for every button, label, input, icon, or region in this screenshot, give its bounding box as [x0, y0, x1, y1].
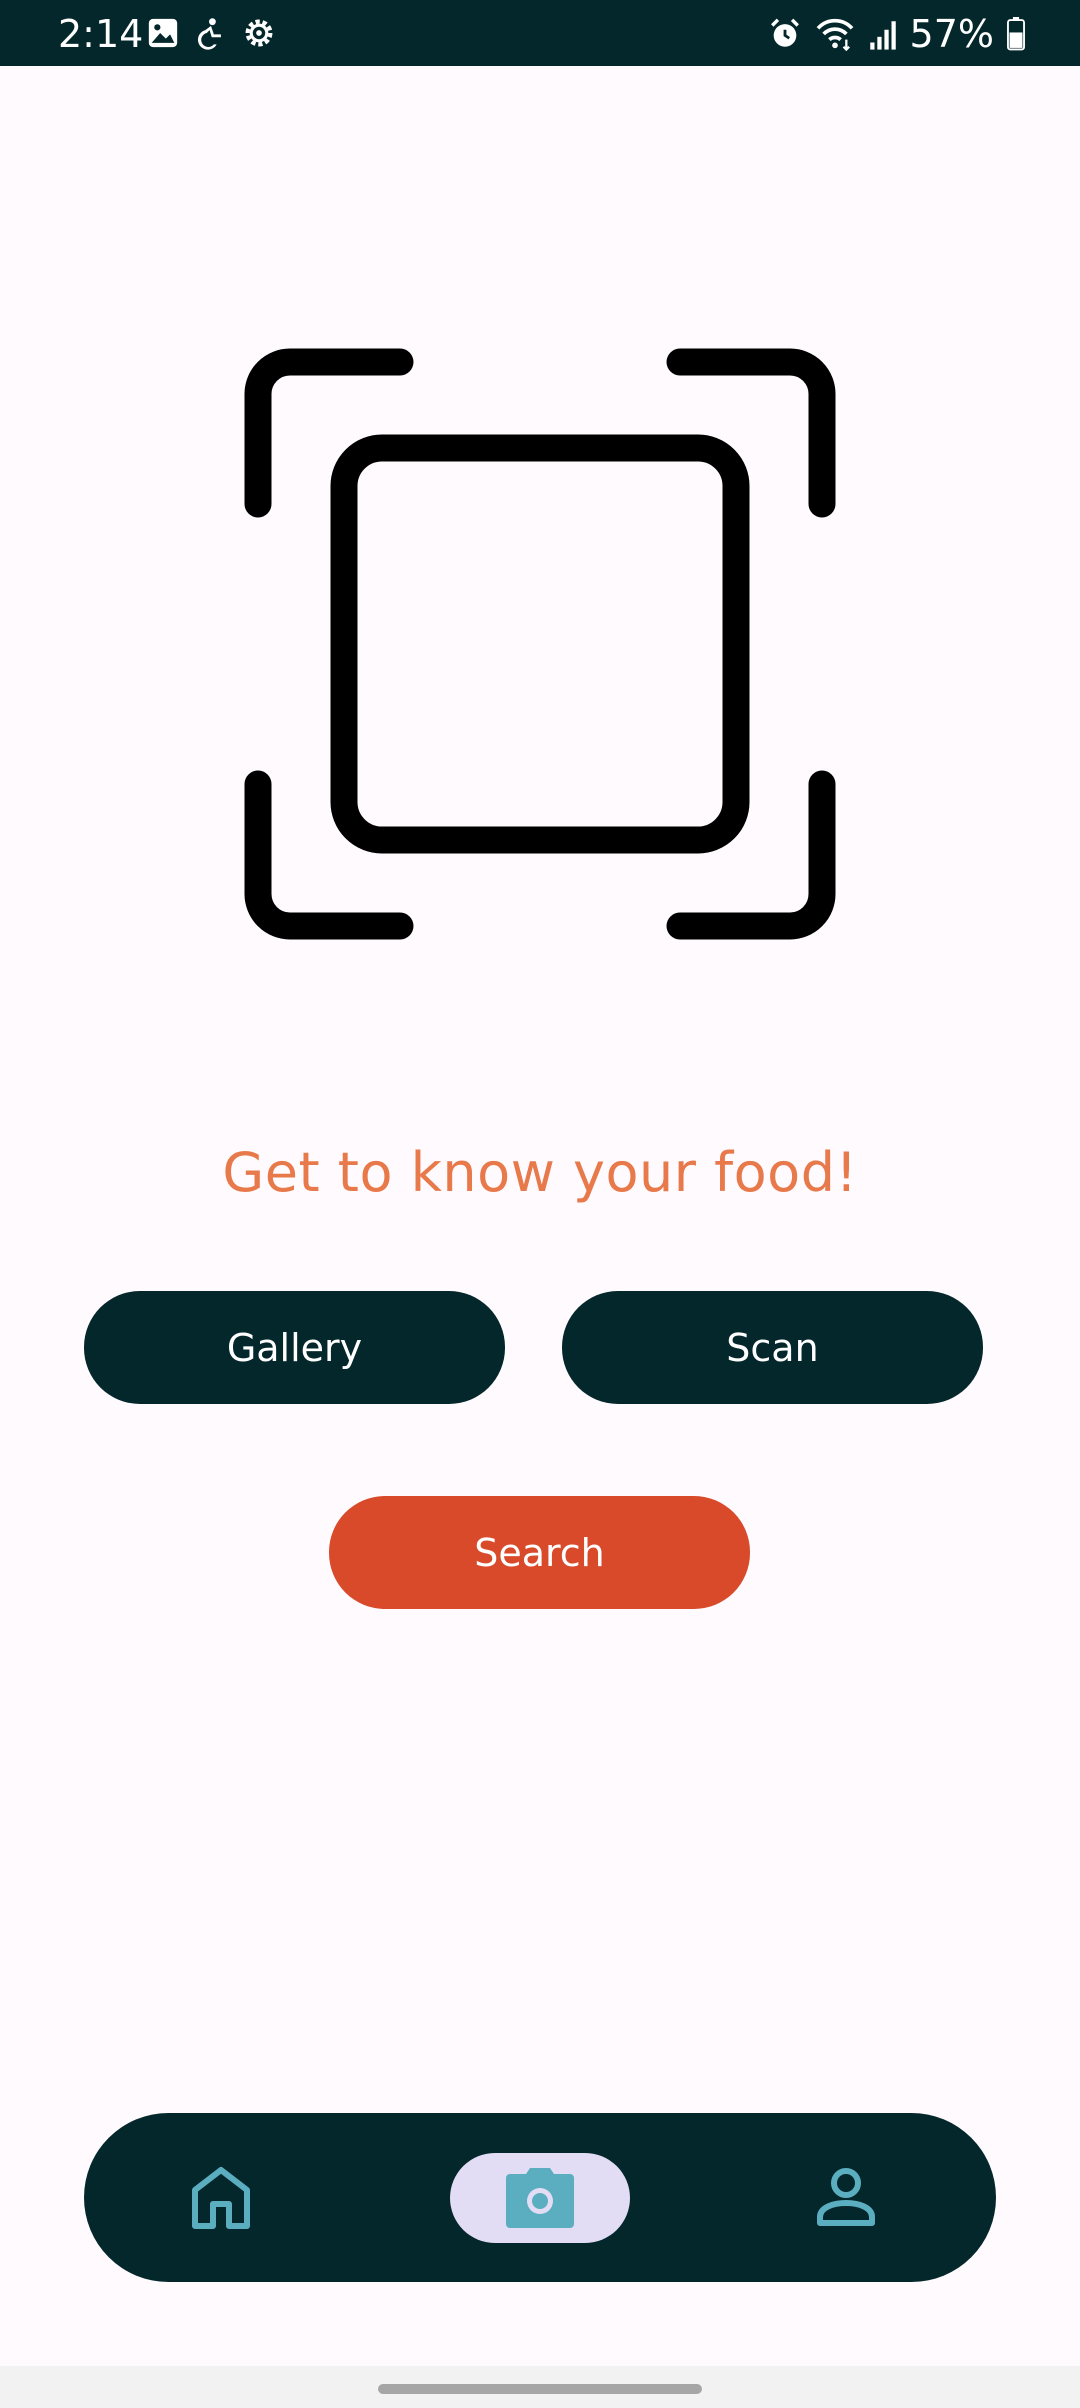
signal-icon: [869, 21, 896, 50]
camera-icon: [506, 2168, 574, 2228]
battery-percent: 57%: [909, 12, 994, 56]
search-button[interactable]: Search: [329, 1496, 750, 1609]
scan-button[interactable]: Scan: [562, 1291, 983, 1404]
settings-icon: [245, 19, 273, 47]
gesture-handle[interactable]: [378, 2384, 702, 2394]
accessibility-icon: [197, 18, 221, 50]
tagline: Get to know your food!: [222, 1141, 858, 1204]
bottom-nav: [84, 2113, 996, 2282]
home-icon: [192, 2167, 250, 2229]
alarm-icon: [770, 18, 799, 47]
image-icon: [148, 18, 178, 48]
status-left-icons: [146, 16, 276, 50]
nav-camera[interactable]: [450, 2153, 630, 2243]
status-time: 2:14: [58, 12, 144, 56]
scan-frame-icon: [244, 348, 836, 940]
gesture-area: [0, 2366, 1080, 2408]
gallery-button[interactable]: Gallery: [84, 1291, 505, 1404]
nav-home[interactable]: [181, 2157, 261, 2237]
nav-profile[interactable]: [806, 2157, 886, 2237]
status-bar: 2:14 57%: [0, 0, 1080, 66]
status-right: 57%: [768, 12, 1026, 56]
profile-icon: [817, 2168, 875, 2226]
battery-icon: [1007, 17, 1025, 51]
wifi-icon: [816, 18, 853, 51]
